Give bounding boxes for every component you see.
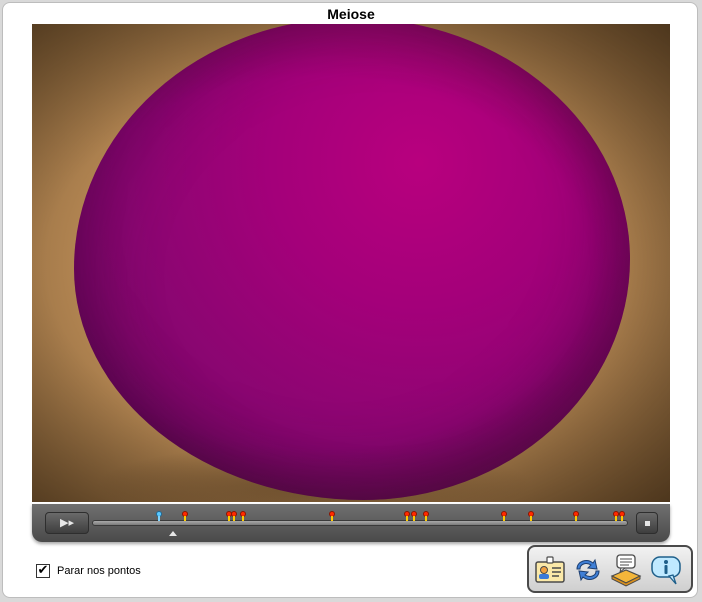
timeline-track[interactable] xyxy=(92,520,628,526)
timeline-marker[interactable] xyxy=(573,511,579,521)
stop-at-points-checkbox[interactable]: ✔ xyxy=(36,564,50,578)
timeline-marker[interactable] xyxy=(501,511,507,521)
play-button[interactable]: ▶▸ xyxy=(45,512,89,534)
stop-button[interactable] xyxy=(636,512,658,534)
refresh-arrows-icon[interactable] xyxy=(571,553,605,587)
timeline-marker[interactable] xyxy=(329,511,335,521)
stop-at-points-option[interactable]: ✔ Parar nos pontos xyxy=(36,563,141,579)
timeline-marker[interactable] xyxy=(156,511,162,521)
timeline-marker[interactable] xyxy=(619,511,625,521)
playhead-indicator[interactable] xyxy=(169,531,177,536)
video-viewport[interactable] xyxy=(32,24,670,502)
timeline-marker[interactable] xyxy=(423,511,429,521)
stop-at-points-label: Parar nos pontos xyxy=(57,565,141,577)
id-card-icon[interactable] xyxy=(533,553,567,587)
window-title: Meiose xyxy=(327,6,375,22)
timeline-marker[interactable] xyxy=(528,511,534,521)
playback-controls: ▶▸ xyxy=(32,504,670,542)
timeline-marker[interactable] xyxy=(411,511,417,521)
timeline-marker[interactable] xyxy=(231,511,237,521)
timeline-marker[interactable] xyxy=(182,511,188,521)
stop-icon xyxy=(645,521,650,526)
vignette-overlay xyxy=(32,24,670,502)
book-comment-icon[interactable] xyxy=(609,553,643,587)
tools-panel xyxy=(527,545,693,593)
info-bubble-icon[interactable] xyxy=(649,553,683,587)
timeline-marker[interactable] xyxy=(240,511,246,521)
timeline-marker[interactable] xyxy=(404,511,410,521)
